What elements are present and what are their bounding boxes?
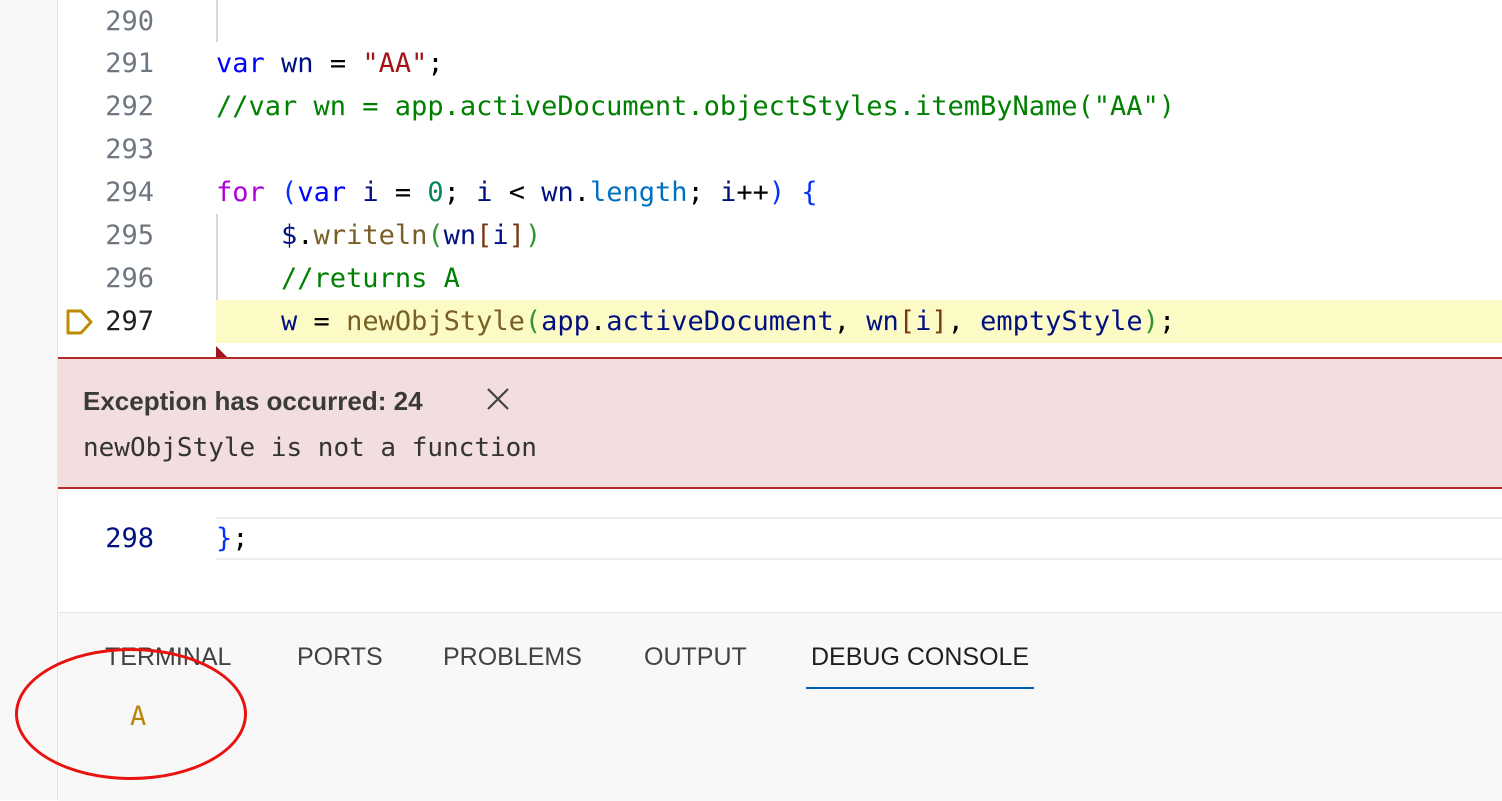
line-number: 292 — [105, 91, 154, 122]
code-token: ) — [1142, 306, 1159, 337]
code-line-294[interactable]: 294 for (var i = 0; i < wn.length; i++) … — [58, 171, 1502, 214]
code-token: length — [590, 177, 688, 208]
code-token: activeDocument — [606, 306, 834, 337]
code-token: . — [297, 220, 314, 251]
line-number: 291 — [105, 48, 154, 79]
code-token: [ — [476, 220, 493, 251]
code-token: , — [947, 306, 981, 337]
code-token: //returns A — [281, 263, 460, 294]
code-token: for — [216, 177, 265, 208]
code-token: ( — [281, 177, 298, 208]
code-token: = — [329, 48, 363, 79]
code-token: { — [801, 177, 818, 208]
code-token: "AA" — [362, 48, 428, 79]
code-text: }; — [216, 517, 249, 560]
code-line-297-current[interactable]: 297 w = newObjStyle(app.activeDocument, … — [58, 300, 1502, 343]
code-token: newObjStyle — [346, 306, 525, 337]
annotation-circle — [15, 648, 247, 780]
code-text: var wn = "AA"; — [216, 42, 444, 85]
code-token: wn — [264, 48, 330, 79]
code-token: ( — [427, 220, 444, 251]
code-token: } — [216, 523, 233, 554]
code-line-296[interactable]: 296 //returns A — [58, 257, 1502, 300]
code-token: 0 — [427, 177, 444, 208]
code-line-box — [216, 517, 1502, 560]
code-token: ) — [524, 220, 542, 251]
code-token: ) — [768, 177, 786, 208]
line-number: 293 — [105, 134, 154, 165]
code-token: ( — [524, 306, 542, 337]
code-token: wn — [443, 220, 477, 251]
indent-guide — [216, 0, 218, 42]
code-token: wn — [541, 177, 574, 208]
exception-title: Exception has occurred: 24 — [83, 386, 423, 416]
code-line-290[interactable]: 290 — [58, 0, 1502, 43]
code-token: [ — [898, 306, 916, 337]
code-text: //var wn = app.activeDocument.objectStyl… — [216, 85, 1175, 128]
code-token: ; — [687, 177, 721, 208]
exception-widget: Exception has occurred: 24 newObjStyle i… — [58, 357, 1502, 489]
code-editor[interactable]: 290 291 var wn = "AA"; 292 //var wn = ap… — [58, 0, 1502, 612]
code-token: i — [492, 220, 509, 251]
code-token: writeln — [313, 220, 428, 251]
code-token: i — [720, 177, 737, 208]
code-line-291[interactable]: 291 var wn = "AA"; — [58, 42, 1502, 85]
code-token: = — [394, 177, 428, 208]
code-token: app — [541, 306, 590, 337]
tab-output[interactable]: OUTPUT — [644, 641, 747, 687]
code-text: //returns A — [216, 257, 460, 300]
code-text: w = newObjStyle(app.activeDocument, wn[i… — [216, 300, 1175, 343]
code-line-293[interactable]: 293 — [58, 128, 1502, 171]
line-number: 295 — [105, 220, 154, 251]
code-token: var — [216, 48, 265, 79]
code-token: = — [297, 306, 347, 337]
code-token: i — [346, 177, 395, 208]
code-token: w — [281, 306, 298, 337]
code-token: ] — [931, 306, 948, 337]
code-token: , — [833, 306, 867, 337]
code-token: < — [492, 177, 542, 208]
code-token: ] — [508, 220, 525, 251]
indent-guide — [216, 214, 218, 300]
tab-problems[interactable]: PROBLEMS — [443, 641, 582, 687]
line-number: 297 — [105, 306, 154, 337]
code-line-295[interactable]: 295 $.writeln(wn[i]) — [58, 214, 1502, 257]
code-token: $ — [281, 220, 298, 251]
code-token: emptyStyle — [980, 306, 1143, 337]
bottom-panel: TERMINAL PORTS PROBLEMS OUTPUT DEBUG CON… — [58, 612, 1502, 801]
code-text: $.writeln(wn[i]) — [216, 214, 541, 257]
code-token: var — [297, 177, 347, 208]
exception-message: newObjStyle is not a function — [83, 433, 537, 463]
code-token: ; — [1158, 306, 1176, 337]
code-token: i — [915, 306, 932, 337]
line-number: 296 — [105, 263, 154, 294]
code-token: . — [589, 306, 607, 337]
code-text: for (var i = 0; i < wn.length; i++) { — [216, 171, 818, 214]
code-line-292[interactable]: 292 //var wn = app.activeDocument.object… — [58, 85, 1502, 128]
line-number: 298 — [105, 523, 154, 554]
code-token: ++ — [736, 177, 769, 208]
code-token: . — [573, 177, 590, 208]
code-token: //var wn = app.activeDocument.objectStyl… — [216, 91, 1176, 122]
tab-ports[interactable]: PORTS — [297, 641, 383, 687]
line-number: 294 — [105, 177, 154, 208]
code-token: ; — [232, 523, 249, 554]
close-icon[interactable] — [483, 384, 513, 414]
code-token: wn — [866, 306, 899, 337]
tab-debug-console[interactable]: DEBUG CONSOLE — [806, 641, 1035, 689]
line-number: 290 — [105, 6, 154, 37]
code-token: ; — [427, 48, 444, 79]
code-line-298[interactable]: 298 }; — [58, 517, 1502, 560]
code-token: ; — [443, 177, 477, 208]
code-token: i — [476, 177, 493, 208]
